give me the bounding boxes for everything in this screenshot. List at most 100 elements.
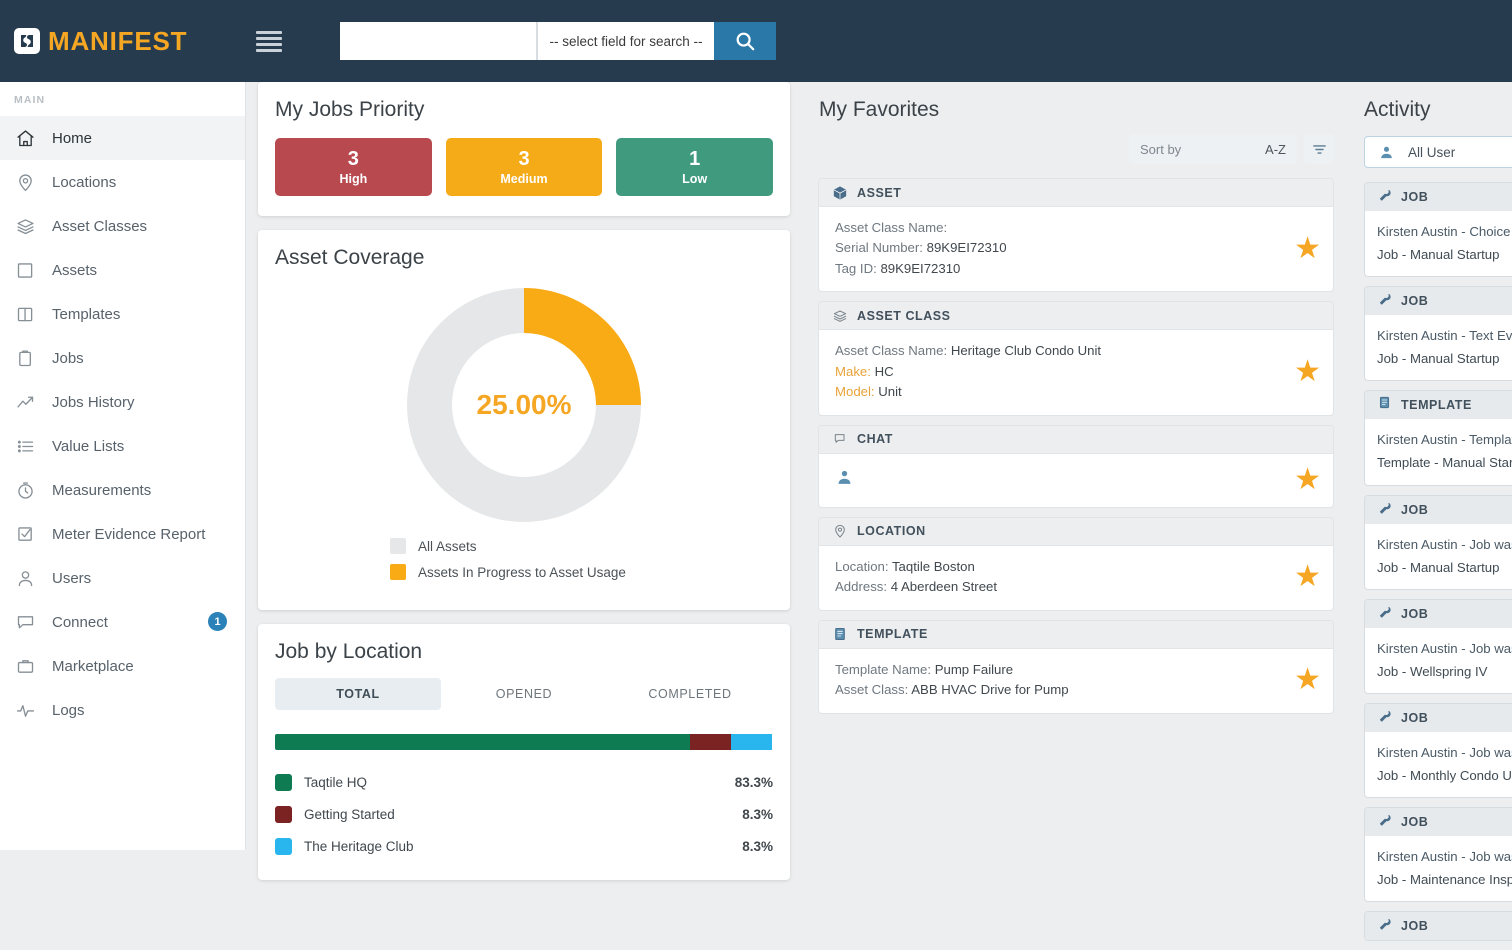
document-icon <box>831 626 848 643</box>
activity-card[interactable]: JOB Kirsten Austin - Text Evid Job - Manua… <box>1364 286 1512 382</box>
activity-user-filter-label: All User <box>1408 144 1456 160</box>
asset-coverage-chart: 25.00% <box>258 270 790 522</box>
activity-card-type: TEMPLATE <box>1401 398 1472 413</box>
activity-card-body: Kirsten Austin - Choice E Job - Manual St… <box>1365 211 1512 276</box>
activity-line-2: Job - Maintenance Inspe <box>1377 872 1512 888</box>
job-by-location-title: Job by Location <box>275 640 423 663</box>
activity-card[interactable]: JOB Kirsten Austin - Job was Job - Wellspr… <box>1364 598 1512 694</box>
favorite-star-icon[interactable]: ★ <box>1294 464 1321 495</box>
activity-card-type: JOB <box>1401 294 1429 309</box>
sidebar-item-logs[interactable]: Logs <box>0 688 245 732</box>
book-icon <box>14 303 36 325</box>
legend-item: Assets In Progress to Asset Usage <box>390 564 790 580</box>
activity-line-1: Kirsten Austin - Job was <box>1377 744 1512 760</box>
sort-by-select[interactable]: Sort by A-Z <box>1129 134 1297 164</box>
sidebar-item-home[interactable]: Home <box>0 116 245 160</box>
sidebar-item-connect[interactable]: Connect 1 <box>0 600 245 644</box>
sidebar-item-jobs-history[interactable]: Jobs History <box>0 380 245 424</box>
sidebar-item-label: Assets <box>52 261 98 279</box>
activity-card[interactable]: JOB Kirsten Austin - Job was Job - Mainten… <box>1364 807 1512 903</box>
favorite-star-icon[interactable]: ★ <box>1294 233 1321 264</box>
pulse-icon <box>14 699 36 721</box>
sidebar-item-label: Jobs History <box>52 393 135 411</box>
favorite-card-header: ASSET <box>819 179 1333 207</box>
favorite-card[interactable]: CHAT ★ <box>818 424 1334 508</box>
sidebar-item-asset-classes[interactable]: Asset Classes <box>0 204 245 248</box>
favorite-card-body: ★ <box>819 454 1333 507</box>
sidebar-item-value-lists[interactable]: Value Lists <box>0 424 245 468</box>
activity-card[interactable]: JOB Kirsten Austin - Job was Job - Monthly… <box>1364 702 1512 799</box>
activity-column: Activity All User JOB Kirsten Austin - Ch… <box>1358 82 1512 950</box>
jobs-priority-tiles: 3 High 3 Medium 1 Low <box>258 122 790 216</box>
sort-by-label: Sort by <box>1140 141 1182 157</box>
layers-icon <box>14 215 36 237</box>
tab-completed[interactable]: COMPLETED <box>607 678 773 710</box>
priority-tile-high[interactable]: 3 High <box>275 138 432 196</box>
hamburger-icon[interactable] <box>256 30 282 52</box>
favorite-star-icon[interactable]: ★ <box>1294 357 1321 387</box>
activity-user-filter[interactable]: All User <box>1364 136 1512 168</box>
activity-card-body: Kirsten Austin - Job was Job - Manual Sta… <box>1365 524 1512 589</box>
location-swatch <box>275 805 292 823</box>
activity-card[interactable]: JOB Kirsten Austin - Choice E Job - Manual… <box>1364 182 1512 278</box>
favorite-card[interactable]: ASSET Asset Class Name: Serial Number: 89… <box>818 178 1334 293</box>
priority-count: 3 <box>518 147 530 170</box>
favorite-star-icon[interactable]: ★ <box>1294 665 1321 695</box>
sidebar-item-assets[interactable]: Assets <box>0 248 245 292</box>
location-name: The Heritage Club <box>304 838 414 854</box>
activity-card[interactable]: JOB Kirsten Austin - Job was Job - Manual … <box>1364 494 1512 590</box>
tab-opened[interactable]: OPENED <box>441 678 607 710</box>
search-input[interactable] <box>340 22 536 60</box>
activity-card[interactable]: JOB <box>1364 911 1512 942</box>
favorites-column: My Favorites Sort by A-Z ASSET Asset Clas… <box>802 82 1350 723</box>
sidebar-item-users[interactable]: Users <box>0 556 245 600</box>
sidebar-item-measurements[interactable]: Measurements <box>0 468 245 512</box>
priority-tile-medium[interactable]: 3 Medium <box>445 138 603 196</box>
priority-count: 1 <box>689 147 701 170</box>
favorite-line: Location: Taqtile Boston <box>835 557 1284 577</box>
filter-icon <box>1312 144 1326 154</box>
user-avatar-icon <box>1381 146 1392 158</box>
pin-icon <box>14 171 36 193</box>
search-field-select[interactable]: -- select field for search -- <box>536 22 714 60</box>
activity-list: JOB Kirsten Austin - Choice E Job - Manual… <box>1358 182 1512 942</box>
location-swatch <box>275 773 292 791</box>
sidebar-item-meter-evidence-report[interactable]: Meter Evidence Report <box>0 512 245 556</box>
favorite-card[interactable]: LOCATION Location: Taqtile Boston Address:… <box>818 516 1334 611</box>
tab-total[interactable]: TOTAL <box>275 678 441 710</box>
activity-line-1: Kirsten Austin - Job was <box>1377 536 1512 552</box>
favorite-card-body: Template Name: Pump Failure Asset Class: … <box>819 649 1333 713</box>
sidebar-item-templates[interactable]: Templates <box>0 292 245 336</box>
sidebar-item-jobs[interactable]: Jobs <box>0 336 245 380</box>
stopwatch-icon <box>14 479 36 501</box>
favorite-line-value: ABB HVAC Drive for Pump <box>911 682 1069 698</box>
activity-card-body: Kirsten Austin - Text Evid Job - Manual S… <box>1365 315 1512 380</box>
legend-swatch <box>390 564 406 580</box>
priority-label: Medium <box>500 171 548 186</box>
favorite-star-icon[interactable]: ★ <box>1294 562 1321 592</box>
favorite-line: Model: Unit <box>835 382 1284 402</box>
legend-label: All Assets <box>418 538 477 554</box>
wrench-icon <box>1377 604 1392 624</box>
activity-card-type: JOB <box>1401 919 1429 934</box>
favorite-line: Serial Number: 89K9EI72310 <box>835 238 1284 258</box>
manifest-logo-icon <box>14 28 40 54</box>
favorite-line-value: 89K9EI72310 <box>926 240 1007 256</box>
sidebar-item-locations[interactable]: Locations <box>0 160 245 204</box>
location-row: Taqtile HQ 83.3% <box>275 766 773 798</box>
legend-item: All Assets <box>390 538 790 554</box>
favorite-card-header: CHAT <box>819 425 1333 454</box>
filter-button[interactable] <box>1304 134 1334 164</box>
search-button[interactable] <box>714 22 776 60</box>
activity-card-type: JOB <box>1401 815 1429 830</box>
favorite-card-lines: Asset Class Name: Serial Number: 89K9EI7… <box>835 218 1284 279</box>
priority-tile-low[interactable]: 1 Low <box>616 138 774 196</box>
activity-card-header: JOB <box>1365 599 1512 628</box>
donut-center: 25.00% <box>452 333 596 477</box>
favorite-card[interactable]: TEMPLATE Template Name: Pump Failure Asset… <box>818 619 1334 714</box>
job-by-location-card: Job by Location TOTAL OPENED COMPLETED Taq… <box>258 624 790 880</box>
activity-card[interactable]: TEMPLATE Kirsten Austin - Template Templat… <box>1364 390 1512 486</box>
activity-card-header: JOB <box>1365 287 1512 316</box>
favorite-card[interactable]: ASSET CLASS Asset Class Name: Heritage Cl… <box>818 301 1334 416</box>
sidebar-item-marketplace[interactable]: Marketplace <box>0 644 245 688</box>
